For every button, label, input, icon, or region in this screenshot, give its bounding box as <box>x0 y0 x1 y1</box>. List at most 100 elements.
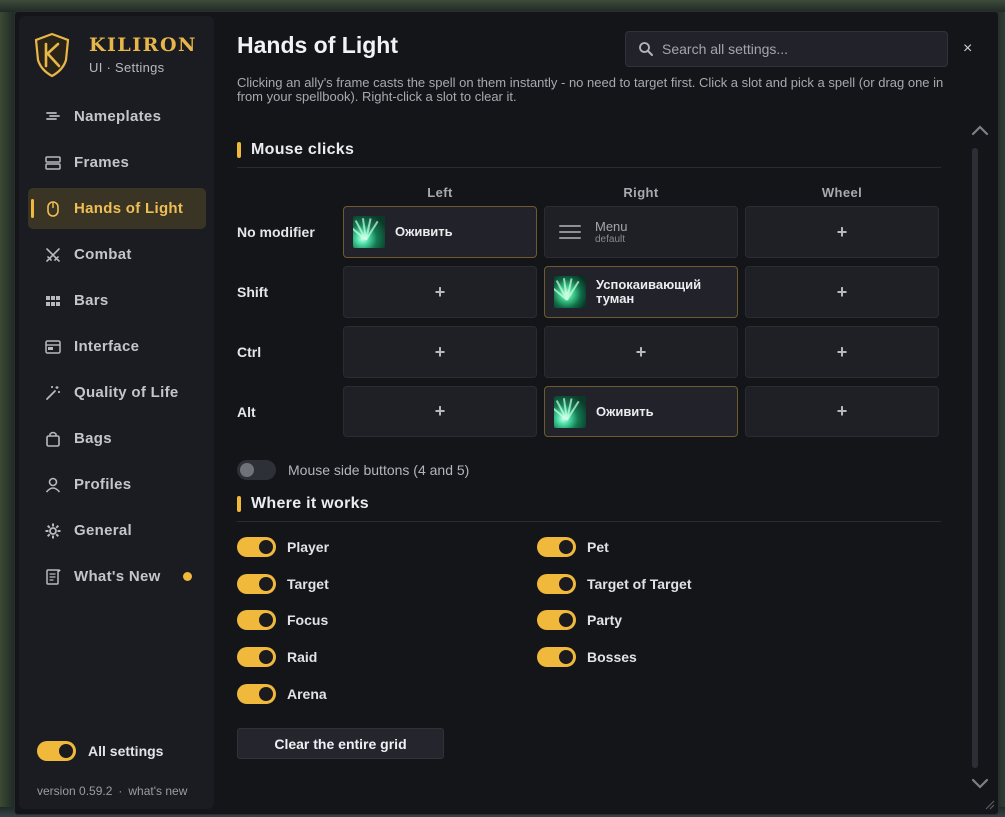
menu-icon <box>559 221 581 243</box>
toggle-knob <box>259 687 273 701</box>
sidebar-item-nameplates[interactable]: Nameplates <box>28 96 206 137</box>
section-title: Where it works <box>251 495 370 512</box>
chevron-down-icon[interactable] <box>970 776 990 792</box>
unit-toggle[interactable] <box>237 610 276 630</box>
sidebar-item-interface[interactable]: Interface <box>28 326 206 367</box>
toggle-knob <box>559 613 573 627</box>
unit-toggle-label: Target of Target <box>587 576 692 592</box>
sidebar-item-what-s-new[interactable]: What's New <box>28 556 206 597</box>
toggle-knob <box>259 577 273 591</box>
toggle-knob <box>59 744 73 758</box>
scrollbar-thumb[interactable] <box>972 148 978 768</box>
sidebar-item-label: Frames <box>74 154 130 171</box>
side-buttons-toggle[interactable] <box>237 460 276 480</box>
brand: KILIRON UI · Settings <box>33 32 203 82</box>
sidebar-item-label: Bags <box>74 430 112 447</box>
unit-toggle[interactable] <box>537 537 576 557</box>
all-settings-toggle-row: All settings <box>37 741 163 761</box>
interface-icon <box>42 336 64 358</box>
spell-name: Успокаивающий туман <box>596 277 702 306</box>
row-label: Shift <box>237 284 269 300</box>
spell-slot[interactable]: Оживить <box>343 206 537 258</box>
search-box[interactable] <box>625 31 948 67</box>
sidebar-item-bars[interactable]: Bars <box>28 280 206 321</box>
unit-toggle[interactable] <box>237 574 276 594</box>
sidebar-item-quality-of-life[interactable]: Quality of Life <box>28 372 206 413</box>
empty-slot[interactable]: + <box>745 206 939 258</box>
news-icon <box>42 566 64 588</box>
unit-toggle-label: Party <box>587 612 623 628</box>
add-icon: + <box>836 401 848 421</box>
gear-icon <box>42 520 64 542</box>
section-title: Mouse clicks <box>251 141 355 158</box>
spell-name: Оживить <box>395 224 453 239</box>
scrollbar-track[interactable] <box>972 148 978 768</box>
spell-name: Оживить <box>596 403 654 419</box>
sidebar-item-general[interactable]: General <box>28 510 206 551</box>
mist-icon <box>554 276 586 308</box>
search-input[interactable] <box>662 41 932 57</box>
all-settings-toggle[interactable] <box>37 741 76 761</box>
unit-toggle[interactable] <box>237 684 276 704</box>
side-buttons-label: Mouse side buttons (4 and 5) <box>288 462 470 478</box>
empty-slot[interactable]: + <box>745 326 939 378</box>
unit-toggle[interactable] <box>237 537 276 557</box>
unit-toggle-row: Arena <box>237 684 327 704</box>
magic-wand-icon <box>42 382 64 404</box>
section-accent-bar <box>237 496 241 512</box>
unit-toggle[interactable] <box>537 610 576 630</box>
unit-toggle[interactable] <box>237 647 276 667</box>
sidebar-item-combat[interactable]: Combat <box>28 234 206 275</box>
search-icon <box>639 42 653 56</box>
empty-slot[interactable]: + <box>745 386 939 437</box>
toggle-knob <box>559 650 573 664</box>
add-icon: + <box>635 341 647 362</box>
sidebar-item-label: Bars <box>74 292 109 309</box>
page-description: Clicking an ally's frame casts the spell… <box>237 75 944 104</box>
empty-slot[interactable]: + <box>544 326 738 378</box>
unit-toggle-label: Target <box>287 576 329 592</box>
unit-toggle-row: Focus <box>237 610 328 630</box>
sidebar-item-bags[interactable]: Bags <box>28 418 206 459</box>
sidebar-item-label: Nameplates <box>74 108 162 125</box>
row-label: Ctrl <box>237 344 262 360</box>
whats-new-link[interactable]: what's new <box>128 784 187 798</box>
spell-slot[interactable]: Успокаивающий туман <box>544 266 738 318</box>
version-separator: · <box>118 784 123 798</box>
unit-toggle[interactable] <box>537 574 576 594</box>
section-mouse-clicks: Mouse clicks <box>237 141 354 159</box>
section-divider <box>237 521 941 522</box>
sidebar-item-label: Combat <box>74 246 132 263</box>
sidebar-item-hands-of-light[interactable]: Hands of Light <box>28 188 206 229</box>
empty-slot[interactable]: + <box>343 386 537 437</box>
close-button[interactable]: × <box>963 40 972 58</box>
sidebar-item-frames[interactable]: Frames <box>28 142 206 183</box>
menu-slot-sublabel: default <box>595 234 626 245</box>
all-settings-label: All settings <box>88 743 164 759</box>
section-accent-bar <box>237 142 241 158</box>
sidebar-item-label: Quality of Life <box>74 384 179 401</box>
sidebar-item-label: Profiles <box>74 476 132 493</box>
spell-slot[interactable]: Оживить <box>544 386 738 437</box>
toggle-knob <box>240 463 254 477</box>
unit-toggle-label: Bosses <box>587 649 637 665</box>
menu-slot[interactable]: Menu default <box>544 206 738 258</box>
sidebar-item-profiles[interactable]: Profiles <box>28 464 206 505</box>
empty-slot[interactable]: + <box>343 326 537 378</box>
sidebar-nav: Nameplates Frames Hands of Light Combat Bars… <box>28 96 206 602</box>
add-icon: + <box>434 401 446 421</box>
unit-toggle[interactable] <box>537 647 576 667</box>
empty-slot[interactable]: + <box>343 266 537 318</box>
empty-slot[interactable]: + <box>745 266 939 318</box>
clear-grid-button[interactable]: Clear the entire grid <box>237 728 444 759</box>
row-label: Alt <box>237 404 256 420</box>
add-icon: + <box>836 281 848 302</box>
resize-grip-icon[interactable] <box>983 798 995 810</box>
toggle-knob <box>559 577 573 591</box>
settings-window: KILIRON UI · Settings Nameplates Frames Ha… <box>14 11 999 815</box>
sidebar-item-label: Hands of Light <box>74 200 184 217</box>
toggle-knob <box>559 540 573 554</box>
chevron-up-icon[interactable] <box>970 122 990 138</box>
toggle-knob <box>259 540 273 554</box>
menu-slot-text: Menu default <box>595 219 628 245</box>
